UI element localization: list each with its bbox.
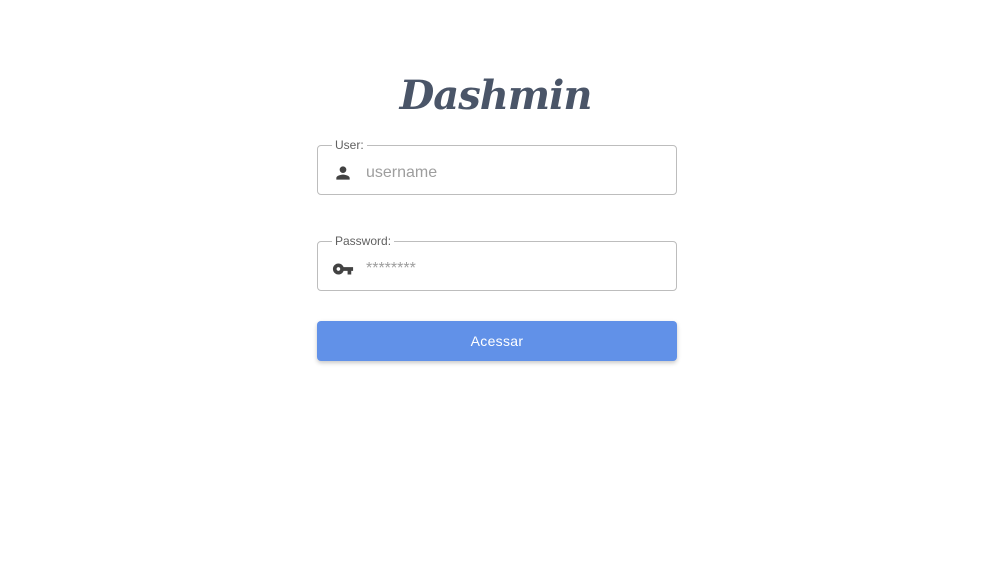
key-icon <box>332 258 354 280</box>
person-icon <box>332 162 354 184</box>
username-input[interactable] <box>362 157 656 188</box>
user-field: User: <box>317 139 677 195</box>
password-field-label: Password: <box>335 234 392 248</box>
login-button[interactable]: Acessar <box>317 321 677 361</box>
password-input[interactable] <box>362 253 656 284</box>
password-field: Password: <box>317 235 677 291</box>
user-field-label: User: <box>335 138 364 152</box>
app-logo: Dashmin <box>399 72 593 119</box>
